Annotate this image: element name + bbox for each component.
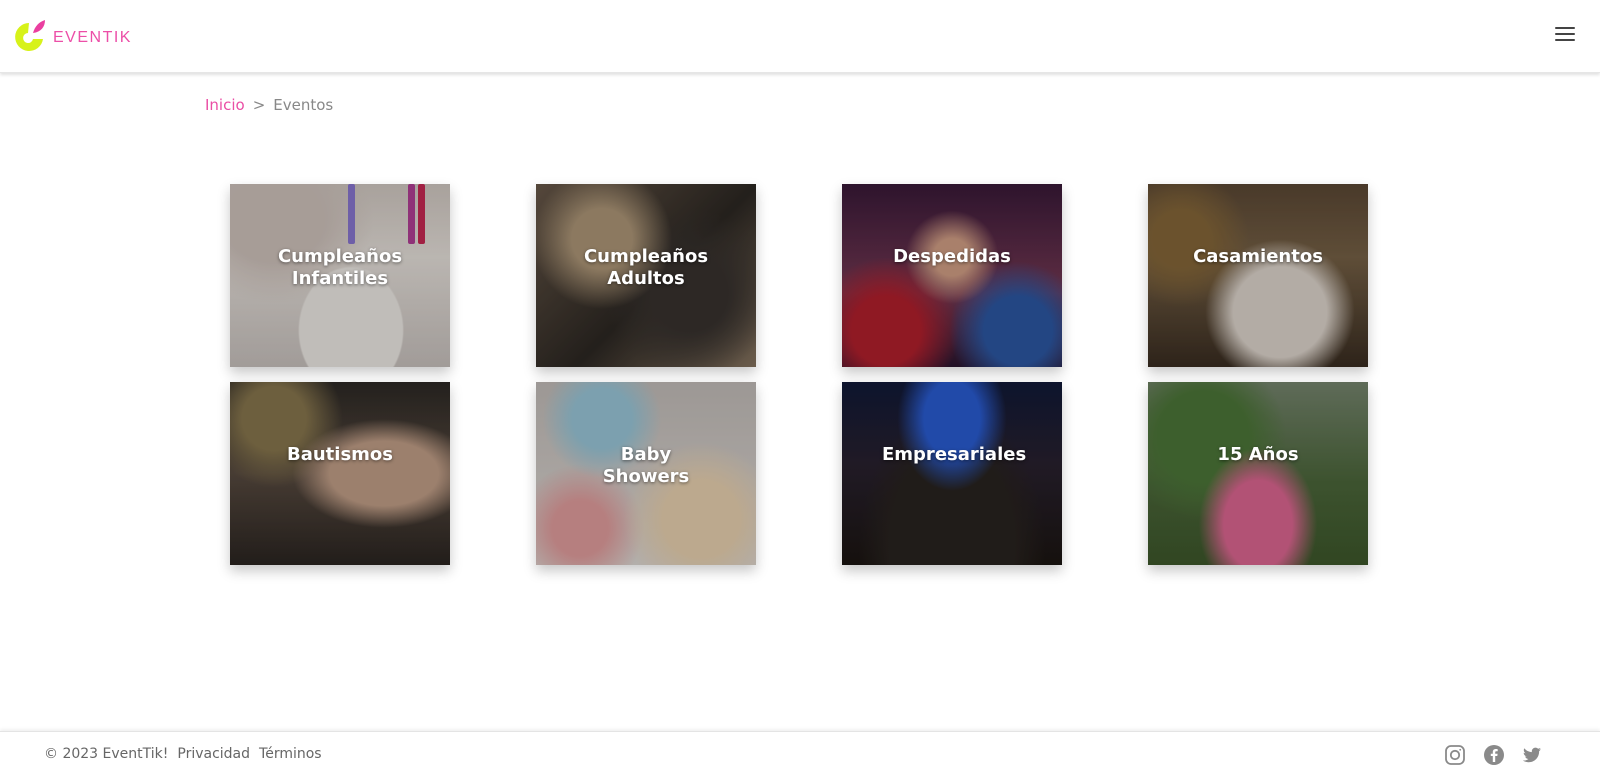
event-categories-grid: Cumpleaños Infantiles Cumpleaños Adultos… bbox=[230, 184, 1368, 565]
event-card-cumpleanos-adultos[interactable]: Cumpleaños Adultos bbox=[536, 184, 756, 367]
event-card-title: Bautismos bbox=[286, 444, 393, 465]
footer-terms-link[interactable]: Términos bbox=[259, 746, 322, 762]
breadcrumb-current: Eventos bbox=[273, 96, 334, 114]
event-card-title: Cumpleaños Infantiles bbox=[277, 246, 403, 289]
event-card-15-anos[interactable]: 15 Años bbox=[1148, 382, 1368, 565]
event-card-title: 15 Años bbox=[1217, 444, 1299, 465]
footer-copyright: © 2023 EventTik! bbox=[44, 746, 169, 762]
event-card-baby-showers[interactable]: Baby Showers bbox=[536, 382, 756, 565]
footer-privacy-link[interactable]: Privacidad bbox=[177, 746, 250, 762]
facebook-icon[interactable] bbox=[1483, 744, 1505, 766]
top-header: EVENTIK bbox=[0, 0, 1600, 73]
event-card-casamientos[interactable]: Casamientos bbox=[1148, 184, 1368, 367]
event-card-empresariales[interactable]: Empresariales bbox=[842, 382, 1062, 565]
event-card-title: Baby Showers bbox=[602, 444, 690, 487]
hamburger-icon-bar bbox=[1555, 33, 1575, 35]
instagram-icon[interactable] bbox=[1444, 744, 1466, 766]
logo-mark-icon bbox=[15, 20, 45, 51]
event-card-bautismos[interactable]: Bautismos bbox=[230, 382, 450, 565]
event-card-despedidas[interactable]: Despedidas bbox=[842, 184, 1062, 367]
hamburger-icon-bar bbox=[1555, 27, 1575, 29]
breadcrumb-separator: > bbox=[252, 96, 266, 114]
event-card-cumpleanos-infantiles[interactable]: Cumpleaños Infantiles bbox=[230, 184, 450, 367]
breadcrumb: Inicio > Eventos bbox=[205, 96, 333, 114]
event-card-title: Despedidas bbox=[893, 246, 1011, 267]
hamburger-menu-button[interactable] bbox=[1555, 27, 1575, 45]
breadcrumb-home-link[interactable]: Inicio bbox=[205, 96, 245, 114]
page-footer: © 2023 EventTik! Privacidad Términos bbox=[0, 731, 1600, 773]
eventik-logo[interactable]: EVENTIK bbox=[9, 17, 132, 57]
hamburger-icon-bar bbox=[1555, 39, 1575, 41]
footer-links: © 2023 EventTik! Privacidad Términos bbox=[44, 746, 322, 762]
twitter-icon[interactable] bbox=[1521, 744, 1543, 766]
event-card-title: Empresariales bbox=[882, 444, 1027, 465]
brand-name: EVENTIK bbox=[53, 28, 132, 46]
event-card-title: Casamientos bbox=[1193, 246, 1323, 267]
event-card-title: Cumpleaños Adultos bbox=[583, 246, 709, 289]
